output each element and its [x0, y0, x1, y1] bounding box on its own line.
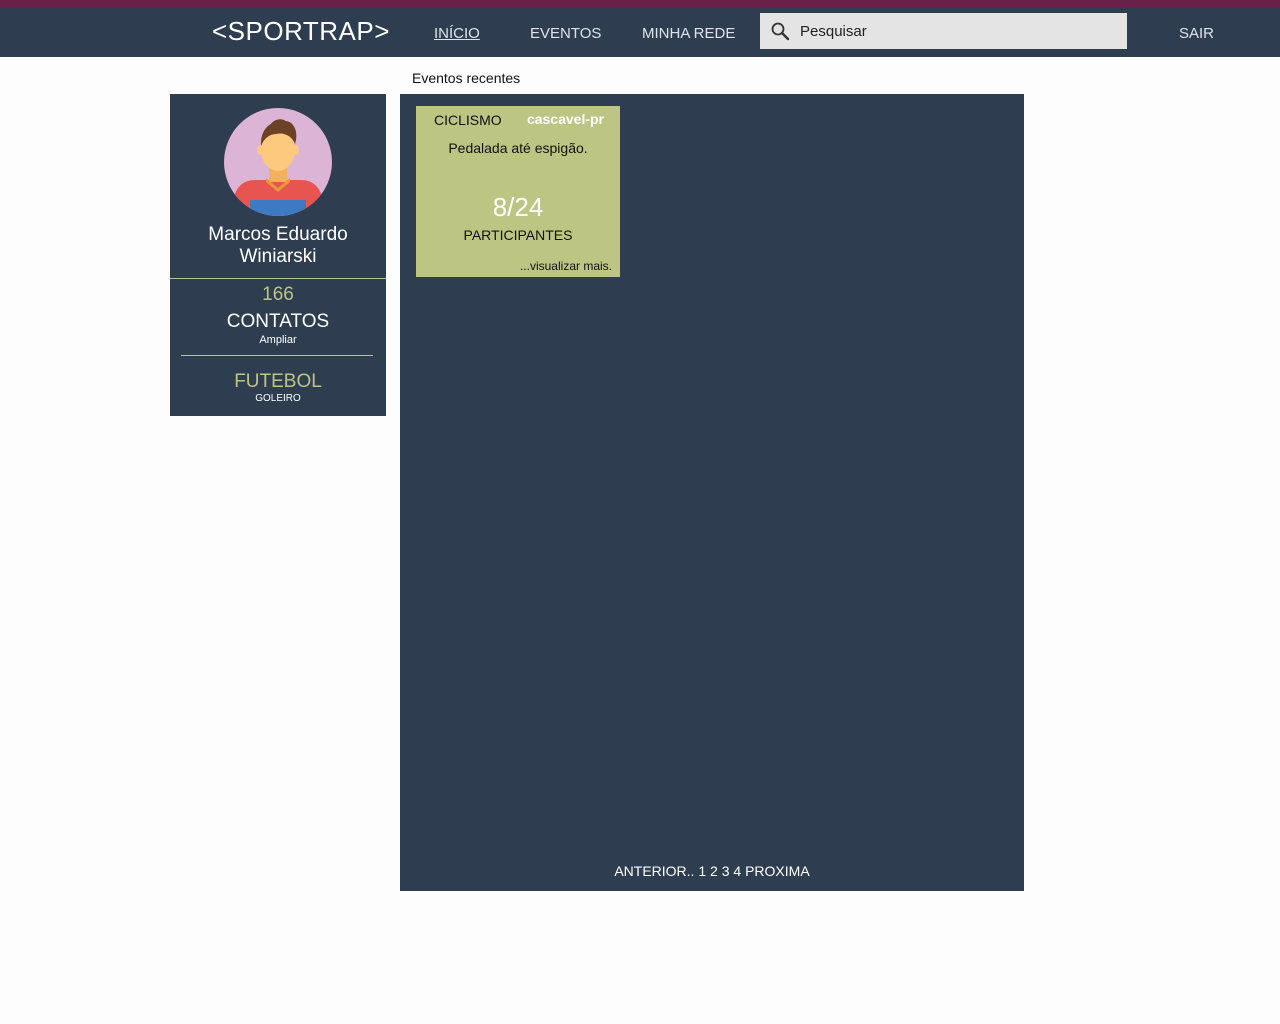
profile-panel: Marcos Eduardo Winiarski 166 CONTATOS Am… — [170, 94, 386, 416]
event-description: Pedalada até espigão. — [448, 140, 588, 156]
pagination-page-2[interactable]: 2 — [710, 863, 718, 879]
user-avatar-icon[interactable] — [224, 108, 332, 216]
event-sport: CICLISMO — [434, 112, 502, 128]
event-participants-label: PARTICIPANTES — [463, 227, 573, 243]
event-city: cascavel-pr — [526, 111, 604, 127]
divider — [170, 278, 386, 279]
divider — [181, 355, 373, 356]
profile-name[interactable]: Marcos Eduardo Winiarski — [170, 224, 386, 268]
contacts-label: CONTATOS — [226, 311, 330, 332]
search-box[interactable] — [760, 13, 1127, 49]
search-icon[interactable] — [770, 21, 790, 41]
pagination-page-4[interactable]: 4 — [733, 863, 741, 879]
section-title: Eventos recentes — [412, 70, 521, 86]
event-view-more-link[interactable]: ...visualizar mais. — [520, 259, 612, 273]
events-panel: CICLISMO cascavel-pr Pedalada até espigã… — [400, 94, 1024, 891]
profile-position: GOLEIRO — [255, 393, 301, 404]
top-stripe — [0, 0, 1280, 7]
pagination-next[interactable]: PROXIMA — [745, 863, 810, 879]
pagination-previous[interactable]: ANTERIOR.. — [614, 863, 694, 879]
event-card[interactable]: CICLISMO cascavel-pr Pedalada até espigã… — [416, 106, 620, 277]
contacts-count: 166 — [262, 284, 294, 305]
navbar: <SPORTRAP> INÍCIO EVENTOS MINHA REDE SAI… — [0, 7, 1280, 57]
nav-eventos[interactable]: EVENTOS — [530, 25, 601, 42]
nav-sair[interactable]: SAIR — [1179, 25, 1214, 42]
brand-logo[interactable]: <SPORTRAP> — [212, 16, 390, 47]
profile-sport: FUTEBOL — [234, 371, 322, 392]
pagination-page-1[interactable]: 1 — [698, 863, 706, 879]
contacts-expand-link[interactable]: Ampliar — [170, 334, 386, 346]
search-input[interactable] — [798, 13, 1120, 49]
nav-minha-rede[interactable]: MINHA REDE — [642, 25, 735, 42]
nav-inicio[interactable]: INÍCIO — [434, 25, 480, 42]
pagination-page-3[interactable]: 3 — [722, 863, 730, 879]
pagination: ANTERIOR.. 1 2 3 4 PROXIMA — [400, 863, 1024, 879]
event-participants-count: 8/24 — [492, 192, 544, 222]
